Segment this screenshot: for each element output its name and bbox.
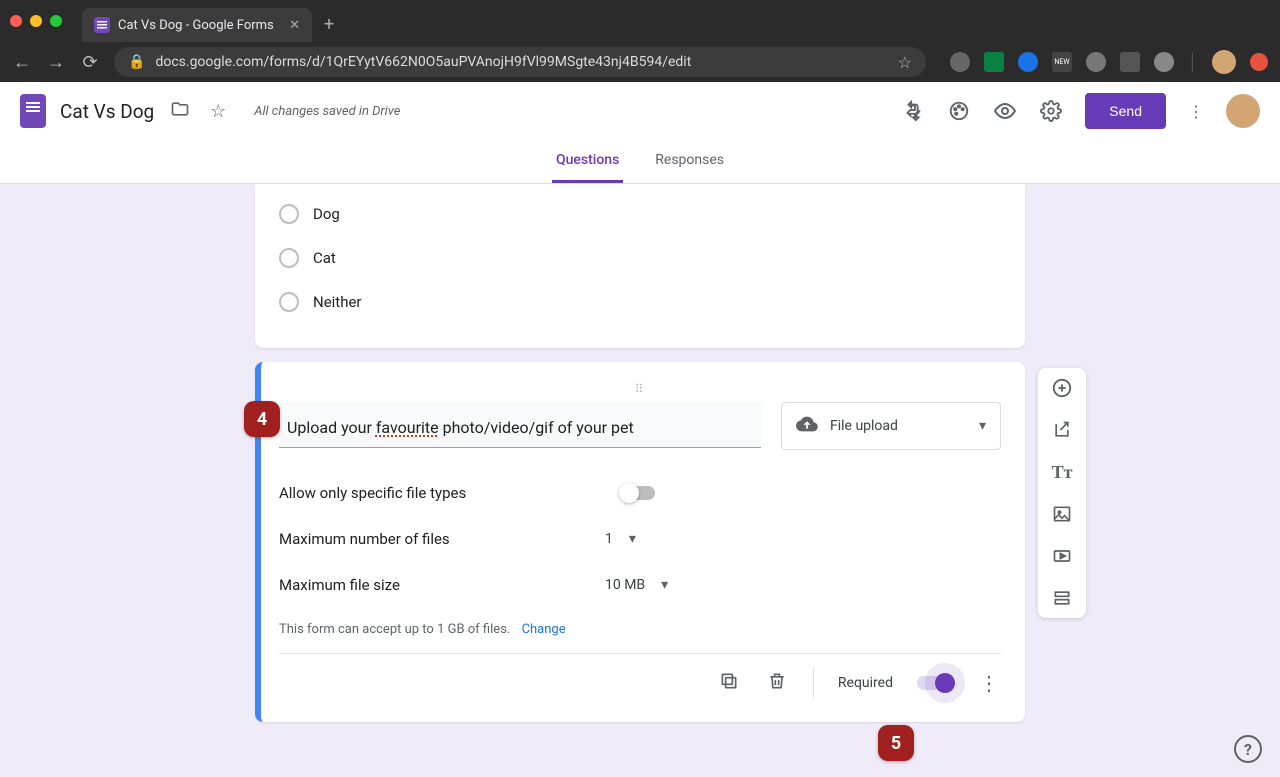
- radio-icon: [279, 248, 299, 268]
- max-size-label: Maximum file size: [279, 576, 599, 594]
- ext-icon-4[interactable]: [1086, 52, 1106, 72]
- close-tab-icon[interactable]: ✕: [289, 18, 300, 33]
- question-more-icon[interactable]: ⋮: [977, 671, 1001, 695]
- required-toggle[interactable]: [917, 676, 953, 690]
- question-card-active[interactable]: ⠿ Upload your favourite photo/video/gif …: [255, 362, 1025, 722]
- dropdown-arrow-icon: ▾: [629, 531, 636, 547]
- profile-avatar[interactable]: [1212, 50, 1236, 74]
- browser-tab[interactable]: Cat Vs Dog - Google Forms ✕: [82, 8, 312, 42]
- max-files-select[interactable]: 1 ▾: [605, 531, 675, 547]
- ext-icon-5[interactable]: [1120, 52, 1140, 72]
- forms-header: Cat Vs Dog ☆ All changes saved in Drive …: [0, 82, 1280, 140]
- question-type-label: File upload: [830, 418, 898, 434]
- delete-icon[interactable]: [765, 671, 789, 696]
- max-size-select[interactable]: 10 MB ▾: [605, 577, 705, 593]
- change-limit-link[interactable]: Change: [522, 622, 566, 637]
- browser-tab-strip: Cat Vs Dog - Google Forms ✕ +: [0, 0, 1280, 42]
- upload-limit-hint: This form can accept up to 1 GB of files…: [279, 608, 1001, 641]
- extension-icons: NEW │: [950, 50, 1268, 74]
- dropdown-arrow-icon: ▾: [979, 418, 986, 434]
- more-menu-icon[interactable]: ⋮: [1188, 102, 1204, 121]
- lock-icon: 🔒: [128, 54, 145, 70]
- allow-types-label: Allow only specific file types: [279, 484, 599, 502]
- add-question-button[interactable]: [1050, 376, 1074, 400]
- cloud-upload-icon: [796, 413, 818, 440]
- option-label: Cat: [313, 249, 336, 267]
- maximize-window[interactable]: [50, 15, 62, 27]
- drag-handle-icon[interactable]: ⠿: [279, 382, 1001, 396]
- minimize-window[interactable]: [30, 15, 42, 27]
- add-video-button[interactable]: [1050, 544, 1074, 568]
- option-row[interactable]: Cat: [279, 236, 1001, 280]
- option-label: Dog: [313, 205, 340, 223]
- option-row[interactable]: Neither: [279, 280, 1001, 324]
- customize-theme-icon[interactable]: [947, 99, 971, 123]
- add-title-button[interactable]: Tᴛ: [1050, 460, 1074, 484]
- duplicate-icon[interactable]: [717, 671, 741, 696]
- form-canvas: Dog Cat Neither ⠿ Upload your favourite …: [0, 184, 1280, 736]
- settings-icon[interactable]: [1039, 99, 1063, 123]
- question-type-select[interactable]: File upload ▾: [781, 402, 1001, 450]
- import-questions-button[interactable]: [1050, 418, 1074, 442]
- forward-button[interactable]: →: [46, 52, 66, 73]
- url-text: docs.google.com/forms/d/1QrEYytV662N0O5a…: [155, 54, 691, 70]
- ext-icon-1[interactable]: [950, 52, 970, 72]
- side-toolbar: Tᴛ: [1038, 368, 1086, 618]
- required-label: Required: [838, 675, 893, 691]
- help-button[interactable]: ?: [1234, 735, 1262, 763]
- ext-icon-new[interactable]: NEW: [1052, 52, 1072, 72]
- annotation-badge-4: 4: [244, 401, 280, 437]
- reload-button[interactable]: ⟳: [80, 52, 100, 73]
- add-image-button[interactable]: [1050, 502, 1074, 526]
- account-avatar[interactable]: [1226, 94, 1260, 128]
- bookmark-star-icon[interactable]: ☆: [898, 53, 912, 72]
- save-status: All changes saved in Drive: [254, 104, 400, 119]
- dropdown-arrow-icon: ▾: [661, 577, 668, 593]
- add-section-button[interactable]: [1050, 586, 1074, 610]
- max-files-label: Maximum number of files: [279, 530, 599, 548]
- preview-icon[interactable]: [993, 99, 1017, 123]
- tab-title: Cat Vs Dog - Google Forms: [118, 18, 274, 33]
- tab-responses[interactable]: Responses: [651, 140, 728, 183]
- forms-logo-icon[interactable]: [20, 94, 46, 128]
- form-tabs: Questions Responses: [0, 140, 1280, 184]
- back-button[interactable]: ←: [12, 52, 32, 73]
- forms-favicon: [94, 17, 110, 33]
- move-to-folder-icon[interactable]: [168, 99, 192, 124]
- allow-types-toggle[interactable]: [619, 486, 655, 500]
- addons-icon[interactable]: [901, 99, 925, 123]
- annotation-badge-5: 5: [878, 725, 914, 761]
- question-footer: Required ⋮: [279, 653, 1001, 698]
- close-window[interactable]: [10, 15, 22, 27]
- radio-icon: [279, 292, 299, 312]
- ext-icon-6[interactable]: [1154, 52, 1174, 72]
- send-button[interactable]: Send: [1085, 93, 1166, 129]
- new-tab-button[interactable]: +: [324, 14, 334, 35]
- form-title[interactable]: Cat Vs Dog: [60, 100, 154, 123]
- radio-icon: [279, 204, 299, 224]
- star-icon[interactable]: ☆: [206, 101, 230, 122]
- option-label: Neither: [313, 293, 362, 311]
- ext-icon-2[interactable]: [984, 52, 1004, 72]
- browser-toolbar: ← → ⟳ 🔒 docs.google.com/forms/d/1QrEYytV…: [0, 42, 1280, 82]
- option-row[interactable]: Dog: [279, 192, 1001, 236]
- address-bar[interactable]: 🔒 docs.google.com/forms/d/1QrEYytV662N0O…: [114, 47, 926, 77]
- window-controls: [10, 15, 62, 27]
- header-actions: Send ⋮: [901, 93, 1260, 129]
- update-badge[interactable]: [1250, 53, 1268, 71]
- tab-questions[interactable]: Questions: [552, 140, 623, 183]
- question-title-input[interactable]: Upload your favourite photo/video/gif of…: [279, 402, 761, 448]
- question-card-previous[interactable]: Dog Cat Neither: [255, 184, 1025, 348]
- ext-icon-3[interactable]: [1018, 52, 1038, 72]
